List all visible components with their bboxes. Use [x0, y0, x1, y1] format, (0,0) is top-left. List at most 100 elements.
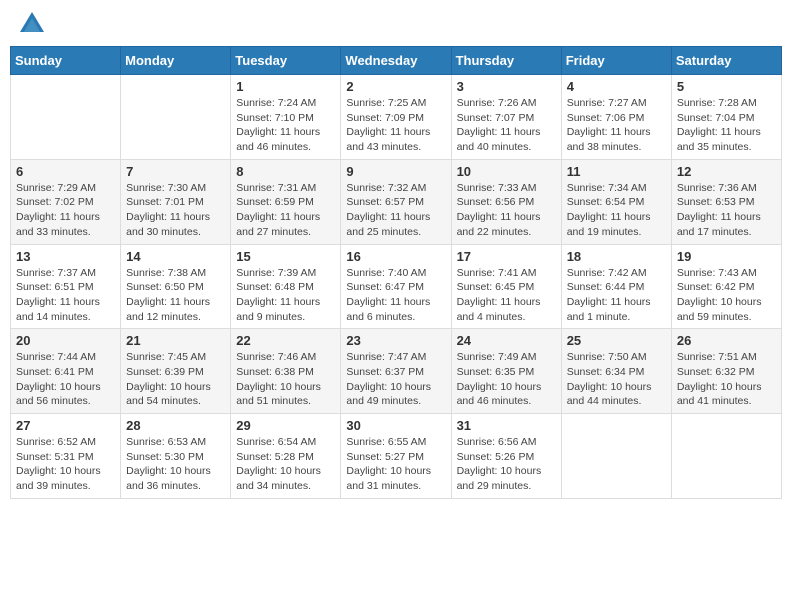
day-number: 6 [16, 164, 115, 179]
day-number: 21 [126, 333, 225, 348]
day-header-sunday: Sunday [11, 47, 121, 75]
day-info: Sunrise: 7:24 AM Sunset: 7:10 PM Dayligh… [236, 96, 335, 155]
day-number: 29 [236, 418, 335, 433]
day-number: 3 [457, 79, 556, 94]
week-row-5: 27 Sunrise: 6:52 AM Sunset: 5:31 PM Dayli… [11, 414, 782, 499]
day-number: 23 [346, 333, 445, 348]
day-info: Sunrise: 6:52 AM Sunset: 5:31 PM Dayligh… [16, 435, 115, 494]
calendar-cell: 18Sunrise: 7:42 AM Sunset: 6:44 PM Dayli… [561, 244, 671, 329]
day-info: Sunrise: 7:39 AM Sunset: 6:48 PM Dayligh… [236, 266, 335, 325]
day-info: Sunrise: 7:27 AM Sunset: 7:06 PM Dayligh… [567, 96, 666, 155]
day-info: Sunrise: 7:36 AM Sunset: 6:53 PM Dayligh… [677, 181, 776, 240]
day-number: 19 [677, 249, 776, 264]
calendar-table: SundayMondayTuesdayWednesdayThursdayFrid… [10, 46, 782, 499]
day-number: 15 [236, 249, 335, 264]
day-info: Sunrise: 7:33 AM Sunset: 6:56 PM Dayligh… [457, 181, 556, 240]
calendar-cell: 19 Sunrise: 7:43 AM Sunset: 6:42 PM Dayli… [671, 244, 781, 329]
calendar-header-row: SundayMondayTuesdayWednesdayThursdayFrid… [11, 47, 782, 75]
day-info: Sunrise: 7:28 AM Sunset: 7:04 PM Dayligh… [677, 96, 776, 155]
calendar-cell [11, 75, 121, 160]
day-info: Sunrise: 6:55 AM Sunset: 5:27 PM Dayligh… [346, 435, 445, 494]
calendar-cell [671, 414, 781, 499]
day-number: 11 [567, 164, 666, 179]
day-info: Sunrise: 7:49 AM Sunset: 6:35 PM Dayligh… [457, 350, 556, 409]
logo-icon [18, 10, 46, 38]
day-number: 17 [457, 249, 556, 264]
day-info: Sunrise: 7:40 AM Sunset: 6:47 PM Dayligh… [346, 266, 445, 325]
calendar-cell [561, 414, 671, 499]
day-number: 30 [346, 418, 445, 433]
week-row-1: 1Sunrise: 7:24 AM Sunset: 7:10 PM Daylig… [11, 75, 782, 160]
day-header-thursday: Thursday [451, 47, 561, 75]
day-number: 10 [457, 164, 556, 179]
calendar-cell: 2 Sunrise: 7:25 AM Sunset: 7:09 PM Daylig… [341, 75, 451, 160]
day-number: 9 [346, 164, 445, 179]
day-number: 22 [236, 333, 335, 348]
calendar-cell: 20Sunrise: 7:44 AM Sunset: 6:41 PM Dayli… [11, 329, 121, 414]
calendar-cell: 4 Sunrise: 7:27 AM Sunset: 7:06 PM Daylig… [561, 75, 671, 160]
day-info: Sunrise: 7:30 AM Sunset: 7:01 PM Dayligh… [126, 181, 225, 240]
day-number: 7 [126, 164, 225, 179]
calendar-cell: 1Sunrise: 7:24 AM Sunset: 7:10 PM Daylig… [231, 75, 341, 160]
day-header-saturday: Saturday [671, 47, 781, 75]
calendar-cell: 23 Sunrise: 7:47 AM Sunset: 6:37 PM Dayli… [341, 329, 451, 414]
day-info: Sunrise: 7:50 AM Sunset: 6:34 PM Dayligh… [567, 350, 666, 409]
calendar-cell: 14 Sunrise: 7:38 AM Sunset: 6:50 PM Dayli… [121, 244, 231, 329]
calendar-cell: 17 Sunrise: 7:41 AM Sunset: 6:45 PM Dayli… [451, 244, 561, 329]
day-header-wednesday: Wednesday [341, 47, 451, 75]
day-number: 16 [346, 249, 445, 264]
day-number: 4 [567, 79, 666, 94]
calendar-cell: 10 Sunrise: 7:33 AM Sunset: 6:56 PM Dayli… [451, 159, 561, 244]
calendar-cell: 21Sunrise: 7:45 AM Sunset: 6:39 PM Dayli… [121, 329, 231, 414]
calendar-cell: 28 Sunrise: 6:53 AM Sunset: 5:30 PM Dayli… [121, 414, 231, 499]
day-info: Sunrise: 7:25 AM Sunset: 7:09 PM Dayligh… [346, 96, 445, 155]
day-info: Sunrise: 7:51 AM Sunset: 6:32 PM Dayligh… [677, 350, 776, 409]
day-info: Sunrise: 7:31 AM Sunset: 6:59 PM Dayligh… [236, 181, 335, 240]
day-info: Sunrise: 7:37 AM Sunset: 6:51 PM Dayligh… [16, 266, 115, 325]
day-info: Sunrise: 6:53 AM Sunset: 5:30 PM Dayligh… [126, 435, 225, 494]
calendar-cell: 6Sunrise: 7:29 AM Sunset: 7:02 PM Daylig… [11, 159, 121, 244]
day-number: 13 [16, 249, 115, 264]
calendar-cell: 12 Sunrise: 7:36 AM Sunset: 6:53 PM Dayli… [671, 159, 781, 244]
page-header [10, 10, 782, 38]
week-row-4: 20Sunrise: 7:44 AM Sunset: 6:41 PM Dayli… [11, 329, 782, 414]
day-number: 26 [677, 333, 776, 348]
calendar-cell: 8 Sunrise: 7:31 AM Sunset: 6:59 PM Daylig… [231, 159, 341, 244]
calendar-cell: 16 Sunrise: 7:40 AM Sunset: 6:47 PM Dayli… [341, 244, 451, 329]
day-info: Sunrise: 7:43 AM Sunset: 6:42 PM Dayligh… [677, 266, 776, 325]
calendar-cell: 27 Sunrise: 6:52 AM Sunset: 5:31 PM Dayli… [11, 414, 121, 499]
day-number: 27 [16, 418, 115, 433]
day-number: 5 [677, 79, 776, 94]
day-info: Sunrise: 7:41 AM Sunset: 6:45 PM Dayligh… [457, 266, 556, 325]
day-header-tuesday: Tuesday [231, 47, 341, 75]
calendar-cell: 22Sunrise: 7:46 AM Sunset: 6:38 PM Dayli… [231, 329, 341, 414]
day-number: 14 [126, 249, 225, 264]
day-number: 12 [677, 164, 776, 179]
day-info: Sunrise: 6:54 AM Sunset: 5:28 PM Dayligh… [236, 435, 335, 494]
day-info: Sunrise: 7:44 AM Sunset: 6:41 PM Dayligh… [16, 350, 115, 409]
calendar-cell: 29 Sunrise: 6:54 AM Sunset: 5:28 PM Dayli… [231, 414, 341, 499]
day-info: Sunrise: 7:47 AM Sunset: 6:37 PM Dayligh… [346, 350, 445, 409]
calendar-cell: 30 Sunrise: 6:55 AM Sunset: 5:27 PM Dayli… [341, 414, 451, 499]
day-info: Sunrise: 6:56 AM Sunset: 5:26 PM Dayligh… [457, 435, 556, 494]
week-row-2: 6Sunrise: 7:29 AM Sunset: 7:02 PM Daylig… [11, 159, 782, 244]
calendar-cell: 3Sunrise: 7:26 AM Sunset: 7:07 PM Daylig… [451, 75, 561, 160]
calendar-cell: 26 Sunrise: 7:51 AM Sunset: 6:32 PM Dayli… [671, 329, 781, 414]
day-number: 8 [236, 164, 335, 179]
day-number: 28 [126, 418, 225, 433]
calendar-cell: 24 Sunrise: 7:49 AM Sunset: 6:35 PM Dayli… [451, 329, 561, 414]
calendar-cell: 15 Sunrise: 7:39 AM Sunset: 6:48 PM Dayli… [231, 244, 341, 329]
day-info: Sunrise: 7:38 AM Sunset: 6:50 PM Dayligh… [126, 266, 225, 325]
calendar-cell: 5 Sunrise: 7:28 AM Sunset: 7:04 PM Daylig… [671, 75, 781, 160]
calendar-cell: 25 Sunrise: 7:50 AM Sunset: 6:34 PM Dayli… [561, 329, 671, 414]
week-row-3: 13 Sunrise: 7:37 AM Sunset: 6:51 PM Dayli… [11, 244, 782, 329]
calendar-cell: 31 Sunrise: 6:56 AM Sunset: 5:26 PM Dayli… [451, 414, 561, 499]
calendar-cell: 7 Sunrise: 7:30 AM Sunset: 7:01 PM Daylig… [121, 159, 231, 244]
day-number: 24 [457, 333, 556, 348]
day-header-friday: Friday [561, 47, 671, 75]
day-number: 31 [457, 418, 556, 433]
day-number: 2 [346, 79, 445, 94]
day-info: Sunrise: 7:42 AM Sunset: 6:44 PM Dayligh… [567, 266, 666, 325]
day-number: 25 [567, 333, 666, 348]
calendar-cell: 13 Sunrise: 7:37 AM Sunset: 6:51 PM Dayli… [11, 244, 121, 329]
